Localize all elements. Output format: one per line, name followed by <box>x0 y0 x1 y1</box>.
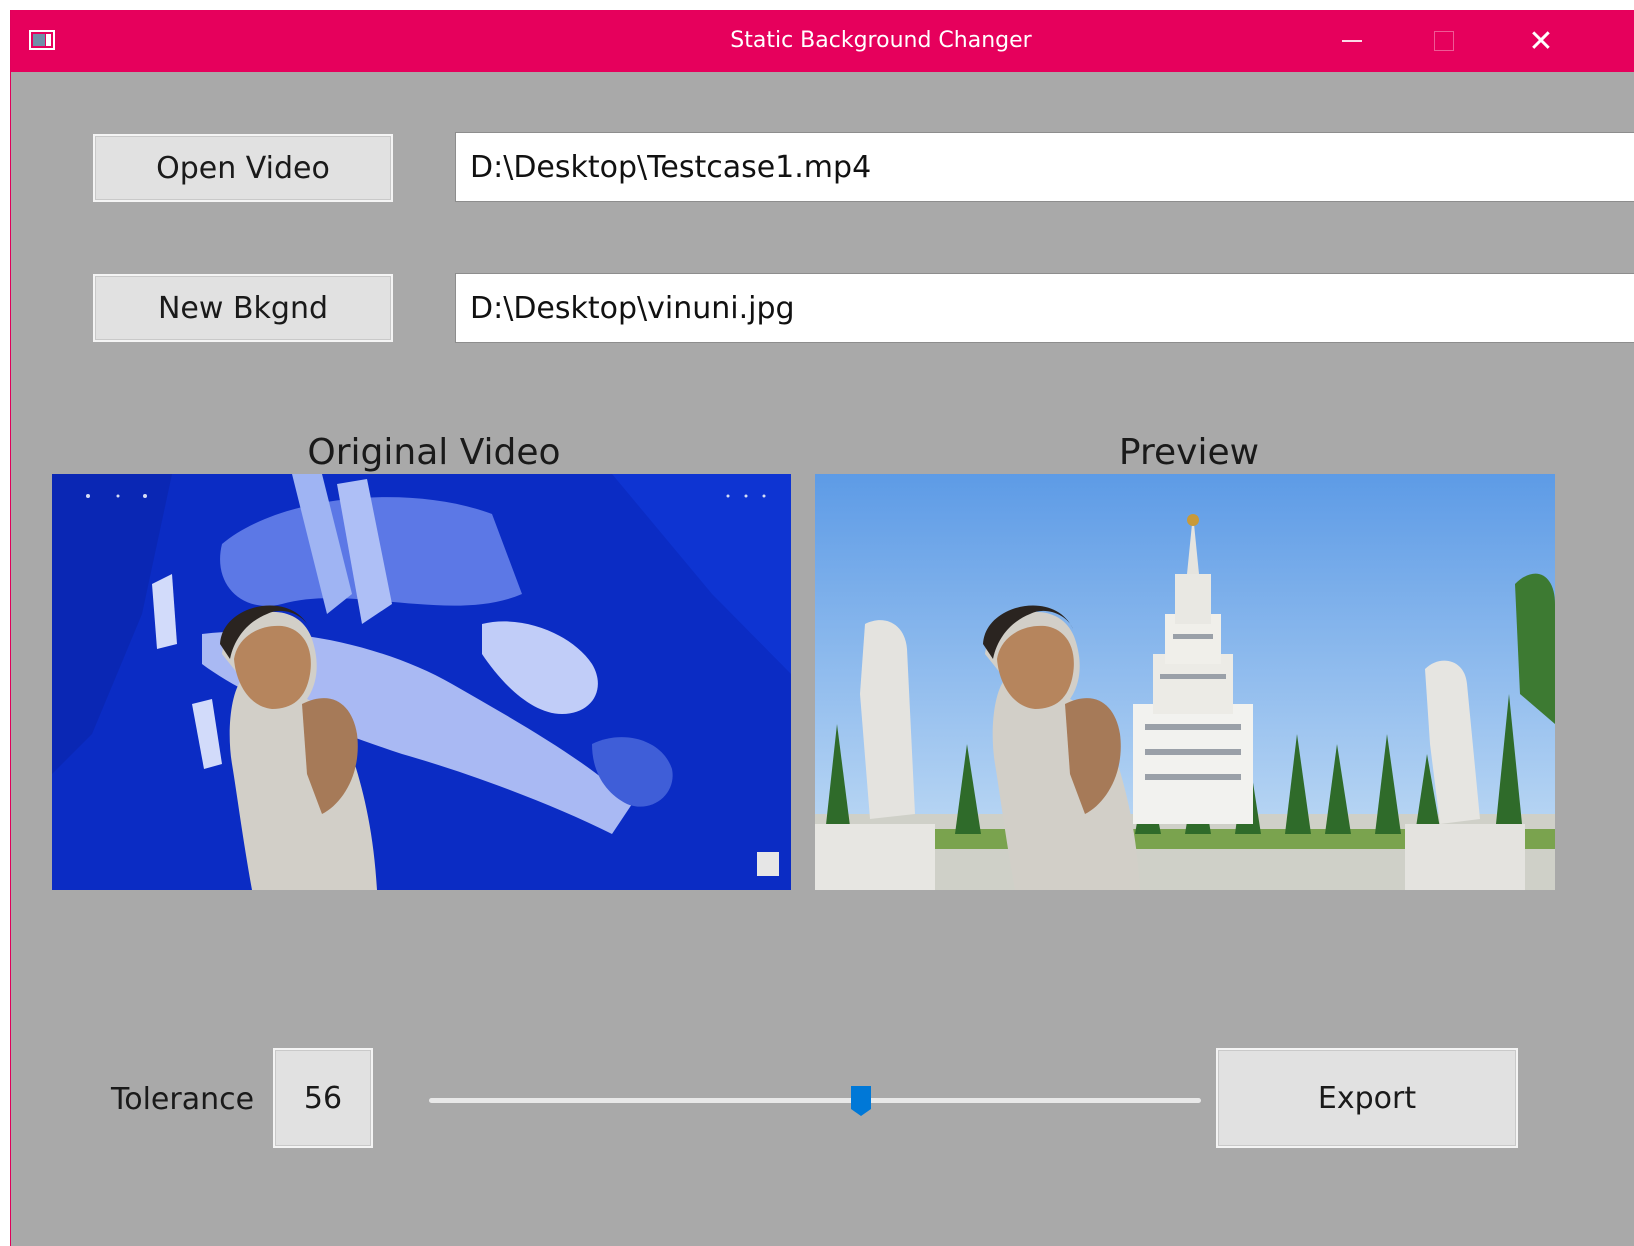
original-video-image <box>52 474 791 890</box>
maximize-icon <box>1434 31 1454 51</box>
close-button[interactable]: ✕ <box>1496 10 1586 72</box>
background-path-field[interactable]: D:\Desktop\vinuni.jpg <box>455 273 1634 343</box>
slider-track[interactable] <box>429 1098 1201 1103</box>
app-window: Static Background Changer ✕ Open Video D… <box>10 10 1634 1246</box>
title-bar[interactable]: Static Background Changer ✕ <box>11 10 1634 72</box>
original-video-frame <box>52 474 791 890</box>
new-background-button[interactable]: New Bkgnd <box>93 274 393 342</box>
preview-image <box>815 474 1555 890</box>
close-icon: ✕ <box>1528 23 1554 59</box>
maximize-button[interactable] <box>1399 10 1489 72</box>
original-video-label: Original Video <box>307 432 561 473</box>
open-video-button[interactable]: Open Video <box>93 134 393 202</box>
minimize-button[interactable] <box>1307 10 1397 72</box>
export-button[interactable]: Export <box>1216 1048 1518 1148</box>
tolerance-value[interactable]: 56 <box>273 1048 373 1148</box>
minimize-icon <box>1342 40 1362 42</box>
slider-thumb[interactable] <box>850 1085 872 1117</box>
video-path-field[interactable]: D:\Desktop\Testcase1.mp4 <box>455 132 1634 202</box>
tolerance-label: Tolerance <box>111 1082 255 1117</box>
preview-label: Preview <box>1118 432 1260 473</box>
preview-frame <box>815 474 1555 890</box>
tolerance-slider[interactable] <box>429 1085 1201 1117</box>
